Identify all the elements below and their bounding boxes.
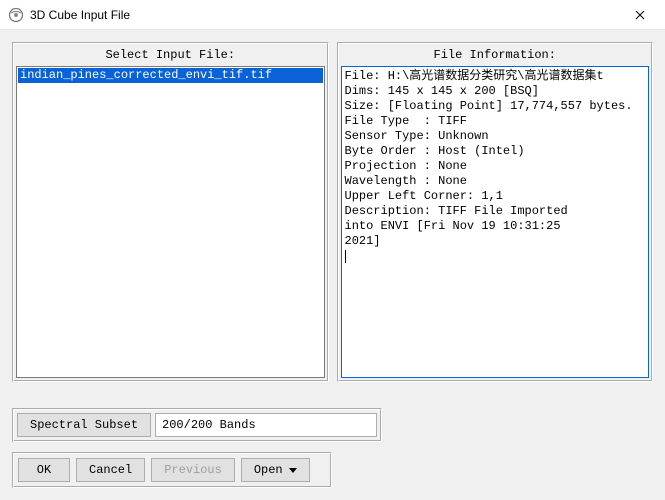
file-info-text[interactable]: File: H:\高光谱数据分类研究\高光谱数据集t Dims: 145 x 1…: [341, 66, 650, 378]
ok-button[interactable]: OK: [18, 458, 70, 482]
spectral-subset-row: Spectral Subset 200/200 Bands: [12, 408, 382, 442]
select-input-header: Select Input File:: [16, 46, 325, 66]
file-info-content: File: H:\高光谱数据分类研究\高光谱数据集t Dims: 145 x 1…: [345, 69, 633, 248]
file-info-header: File Information:: [341, 46, 650, 66]
client-area: Select Input File: indian_pines_correcte…: [0, 30, 665, 500]
text-caret: [345, 250, 346, 263]
list-item[interactable]: indian_pines_corrected_envi_tif.tif: [18, 68, 323, 83]
cancel-button[interactable]: Cancel: [76, 458, 145, 482]
window-title: 3D Cube Input File: [30, 8, 617, 22]
select-input-panel: Select Input File: indian_pines_correcte…: [12, 42, 329, 382]
open-button-label: Open: [254, 463, 283, 477]
window-close-button[interactable]: [617, 1, 663, 29]
app-icon: [8, 7, 24, 23]
file-info-panel: File Information: File: H:\高光谱数据分类研究\高光谱…: [337, 42, 654, 382]
open-button[interactable]: Open: [241, 458, 310, 482]
input-file-list[interactable]: indian_pines_corrected_envi_tif.tif: [16, 66, 325, 378]
panels-row: Select Input File: indian_pines_correcte…: [12, 42, 653, 382]
dialog-button-row: OK Cancel Previous Open: [12, 452, 332, 488]
previous-button: Previous: [151, 458, 235, 482]
titlebar[interactable]: 3D Cube Input File: [0, 0, 665, 30]
spectral-subset-button[interactable]: Spectral Subset: [17, 413, 151, 437]
spectral-subset-value: 200/200 Bands: [155, 413, 377, 437]
dialog-window: 3D Cube Input File Select Input File: in…: [0, 0, 665, 500]
chevron-down-icon: [289, 468, 297, 473]
